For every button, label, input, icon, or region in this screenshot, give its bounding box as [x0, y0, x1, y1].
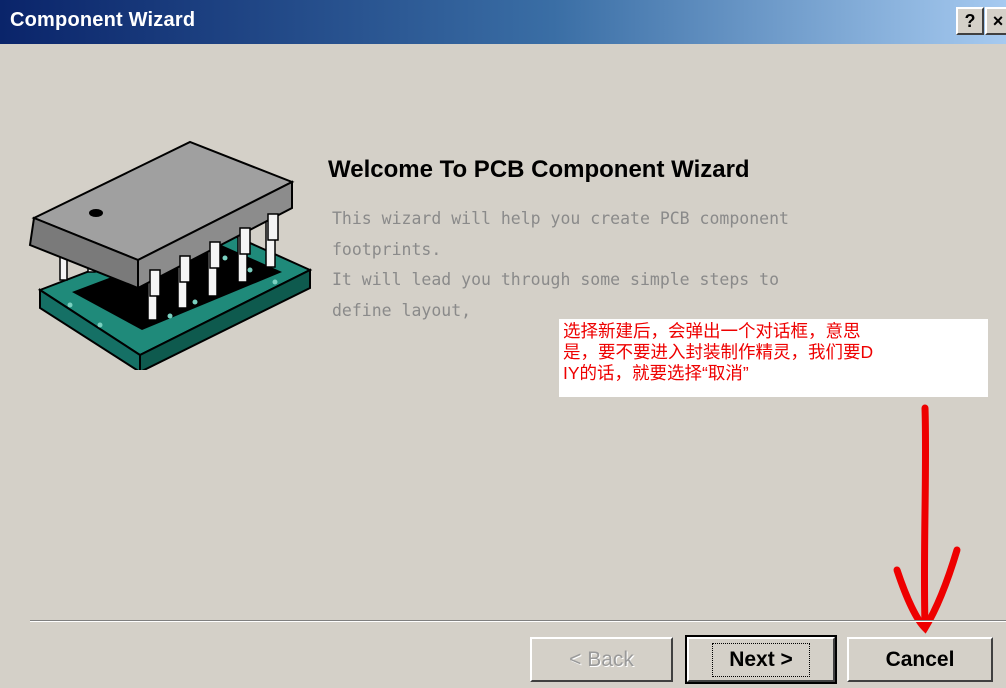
annotation-line: 是，要不要进入封装制作精灵，我们要D: [563, 342, 874, 362]
back-button-label: < Back: [569, 647, 634, 671]
title-bar[interactable]: Component Wizard ? ×: [0, 0, 1006, 44]
annotation-note: 选择新建后，会弹出一个对话框，意思 是，要不要进入封装制作精灵，我们要D IY的…: [559, 319, 988, 397]
close-button[interactable]: ×: [985, 7, 1006, 35]
description-line: It will lead you through some simple ste…: [332, 270, 780, 289]
welcome-description: This wizard will help you create PCB com…: [332, 204, 789, 326]
red-arrow-down-icon: [893, 404, 961, 634]
window-title: Component Wizard: [10, 9, 196, 31]
annotation-line: IY的话，就要选择“取消”: [563, 363, 749, 383]
next-button[interactable]: Next >: [685, 635, 837, 684]
close-icon: ×: [992, 11, 1004, 31]
back-button[interactable]: < Back: [530, 637, 673, 682]
description-line: This wizard will help you create PCB com…: [332, 209, 789, 228]
cancel-button-label: Cancel: [885, 647, 955, 671]
help-button[interactable]: ?: [956, 7, 984, 35]
ic-chip-illustration-icon: [28, 140, 313, 370]
cancel-button[interactable]: Cancel: [847, 637, 993, 682]
next-button-label: Next >: [712, 642, 810, 677]
description-line: footprints.: [332, 239, 442, 259]
welcome-heading: Welcome To PCB Component Wizard: [328, 156, 750, 183]
footer-separator: [30, 620, 1006, 622]
annotation-line: 选择新建后，会弹出一个对话框，意思: [563, 321, 861, 341]
component-wizard-dialog: Component Wizard ? × Welcome To PCB Comp…: [0, 0, 1006, 688]
help-icon: ?: [964, 11, 976, 31]
